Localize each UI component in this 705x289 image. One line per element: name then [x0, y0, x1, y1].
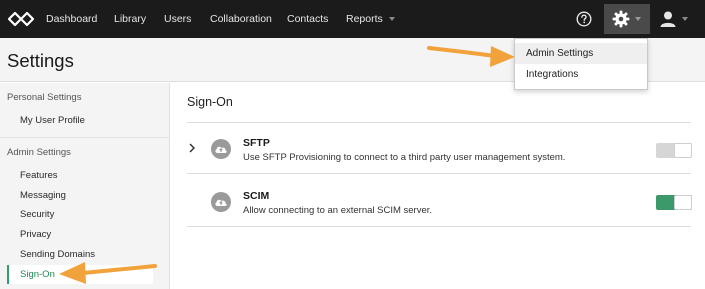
sidebar-item-my-user-profile[interactable]: My User Profile [7, 111, 153, 130]
sftp-toggle[interactable] [656, 143, 692, 158]
integration-title-scim: SCIM [243, 190, 270, 202]
sidebar-item-privacy[interactable]: Privacy [7, 225, 153, 244]
settings-menu-button[interactable] [604, 4, 650, 34]
chevron-down-icon[interactable] [682, 17, 688, 21]
integration-description-scim: Allow connecting to an external SCIM ser… [243, 205, 433, 216]
toggle-knob [674, 195, 692, 210]
sidebar-item-security[interactable]: Security [7, 205, 153, 224]
chevron-down-icon [635, 17, 641, 21]
help-icon[interactable] [576, 11, 592, 27]
nav-library[interactable]: Library [114, 0, 146, 38]
nav-collaboration[interactable]: Collaboration [210, 0, 272, 38]
page-title: Settings [7, 50, 74, 71]
section-divider [187, 122, 691, 123]
nav-contacts[interactable]: Contacts [287, 0, 328, 38]
gear-icon [612, 10, 630, 28]
section-heading: Sign-On [187, 95, 233, 109]
menu-item-integrations[interactable]: Integrations [515, 64, 647, 85]
toggle-knob [674, 143, 692, 158]
settings-sidebar: Personal Settings My User Profile Admin … [0, 83, 170, 289]
row-divider [187, 173, 691, 174]
sidebar-item-features[interactable]: Features [7, 166, 153, 185]
sidebar-divider [0, 137, 170, 138]
sidebar-heading-personal: Personal Settings [7, 92, 82, 103]
menu-item-admin-settings[interactable]: Admin Settings [515, 43, 647, 64]
nav-reports-label: Reports [346, 13, 383, 25]
logo-icon[interactable] [6, 9, 36, 29]
nav-reports[interactable]: Reports [346, 0, 395, 38]
sidebar-item-sign-on[interactable]: Sign-On [7, 265, 153, 284]
top-navigation: Dashboard Library Users Collaboration Co… [0, 0, 705, 38]
integration-title-sftp: SFTP [243, 137, 270, 149]
settings-dropdown-menu: Admin Settings Integrations [514, 38, 648, 90]
sidebar-heading-admin: Admin Settings [7, 147, 71, 158]
integration-description-sftp: Use SFTP Provisioning to connect to a th… [243, 152, 566, 163]
nav-dashboard[interactable]: Dashboard [46, 0, 97, 38]
user-icon[interactable] [659, 10, 677, 28]
chevron-right-icon[interactable] [189, 143, 195, 153]
nav-users[interactable]: Users [164, 0, 191, 38]
cloud-upload-icon [211, 139, 231, 159]
sidebar-item-sending-domains[interactable]: Sending Domains [7, 245, 153, 264]
sidebar-item-messaging[interactable]: Messaging [7, 186, 153, 205]
scim-toggle[interactable] [656, 195, 692, 210]
chevron-down-icon [388, 17, 395, 22]
row-divider [187, 226, 691, 227]
cloud-upload-icon [211, 192, 231, 212]
